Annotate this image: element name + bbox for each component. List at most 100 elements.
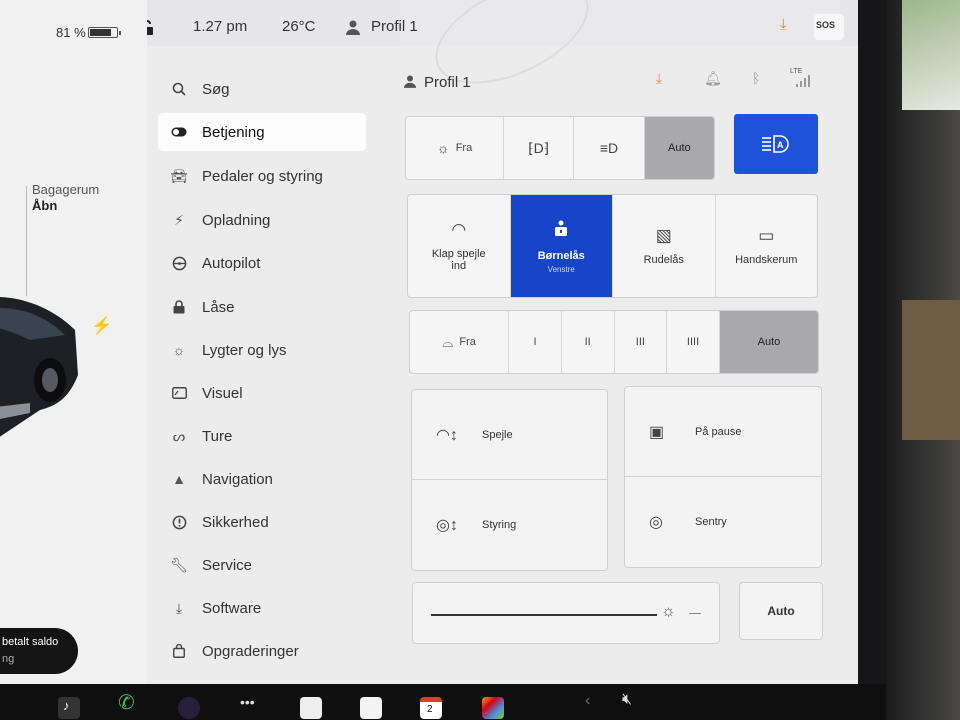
car-icon: 🚘︎ [170, 167, 188, 184]
menu-label: Software [202, 599, 262, 617]
child-lock-tile[interactable]: Børnelås Venstre [510, 195, 613, 297]
auto-high-beam-button[interactable]: A [734, 114, 818, 174]
brightness-auto-button[interactable]: Auto [739, 582, 823, 640]
low-beam-option[interactable]: ≡D [574, 117, 645, 179]
wiper-speed-1[interactable]: I [509, 311, 562, 373]
wiper-icon: ⌓ [442, 333, 454, 350]
car-model-image[interactable] [0, 285, 80, 455]
window-lock-icon: ▧ [655, 226, 672, 245]
battery-fill [90, 29, 111, 36]
menu-safety[interactable]: Sikkerhed [158, 503, 366, 541]
sentry-icon: ◎ [649, 514, 663, 531]
more-icon[interactable]: ••• [240, 694, 255, 710]
phone-icon[interactable]: ✆ [118, 690, 135, 715]
child-lock-label: Børnelås [537, 249, 585, 262]
download-icon[interactable]: ⤓ [656, 70, 662, 87]
wrench-icon: 🔧︎ [170, 556, 188, 573]
fold-mirrors-label: Klap spejle ind [431, 248, 486, 272]
wiper-off-label: Fra [459, 336, 476, 348]
bluetooth-icon[interactable]: ᛒ [752, 70, 760, 86]
trunk-pointer-line [26, 186, 27, 296]
wiper-off-option[interactable]: ⌓ Fra [410, 311, 510, 373]
quick-tiles: ◠ Klap spejle ind Børnelås Venstre ▧ Rud… [407, 194, 818, 298]
menu-lights[interactable]: ☼ Lygter og lys [158, 331, 366, 369]
lte-signal-icon [796, 74, 812, 90]
menu-label: Service [202, 556, 253, 574]
menu-betjening[interactable]: Betjening [158, 113, 366, 151]
download-icon[interactable]: ⤓ [780, 16, 787, 33]
brightness-dash [689, 613, 701, 614]
glovebox-tile[interactable]: ▭ Handskerum [716, 195, 818, 297]
menu-label: Lygter og lys [202, 341, 287, 359]
charging-bolt-icon: ⚡ [91, 316, 113, 335]
wiper-speed-4[interactable]: IIII [667, 311, 720, 373]
bell-icon[interactable]: 🔔︎ [704, 70, 722, 87]
calendar-icon[interactable]: 2 [420, 697, 442, 719]
app-dock: ♪ ✆ ••• 2 ‹ 🔇︎ [0, 684, 886, 720]
lights-auto-label: Auto [668, 142, 691, 154]
menu-charging[interactable]: ⚡︎ Opladning [158, 201, 366, 239]
wiper-speed-3[interactable]: III [615, 311, 668, 373]
menu-label: Visuel [202, 384, 243, 402]
display-icon [164, 387, 194, 399]
glovebox-label: Handskerum [735, 254, 798, 266]
chevron-left-icon[interactable]: ‹ [585, 692, 590, 710]
dashcam-button[interactable]: ▣ På pause [625, 387, 821, 477]
balance-notification[interactable]: betalt saldo ng [0, 628, 78, 674]
profile-name[interactable]: Profil 1 [371, 18, 418, 35]
menu-pedals[interactable]: 🚘︎ Pedaler og styring [158, 157, 366, 195]
wiper-auto-option[interactable]: Auto [719, 311, 818, 373]
menu-display[interactable]: Visuel [158, 374, 366, 412]
menu-locks[interactable]: Låse [158, 288, 366, 326]
menu-service[interactable]: 🔧︎ Service [158, 546, 366, 584]
camera-panel: ▣ På pause ◎ Sentry [624, 386, 822, 568]
menu-label: Autopilot [202, 254, 261, 272]
navigation-icon: ▲ [172, 471, 186, 487]
sentry-button[interactable]: ◎ Sentry [625, 477, 821, 567]
volume-muted-icon[interactable]: 🔇︎ [622, 691, 632, 709]
adjust-mirrors-label: Spejle [482, 428, 513, 441]
games-icon[interactable] [482, 697, 504, 719]
menu-upgrades[interactable]: Opgraderinger [158, 632, 366, 670]
menu-search[interactable]: Søg [158, 70, 366, 108]
trunk-open-button[interactable]: Åbn [32, 198, 57, 213]
controls-profile[interactable]: Profil 1 [404, 74, 471, 91]
window-lock-tile[interactable]: ▧ Rudelås [613, 195, 716, 297]
menu-navigation[interactable]: ▲ Navigation [158, 460, 366, 498]
vehicle-pane: 81 % Bagagerum Åbn ⚡ [0, 0, 147, 684]
camera-icon[interactable] [178, 697, 200, 719]
adjust-steering-button[interactable]: ◎↕ Styring [412, 480, 607, 570]
controls-panel: Profil 1 ⤓ 🔔︎ ᛒ LTE ☼ Fra ⁅D⁆ ≡D Auto A … [376, 46, 858, 684]
settings-menu: Søg Betjening 🚘︎ Pedaler og styring ⚡︎ O… [148, 46, 376, 684]
calendar-day: 2 [427, 704, 433, 715]
svg-text:A: A [777, 140, 784, 150]
dashcam-label: På pause [695, 425, 742, 438]
window-lock-label: Rudelås [643, 254, 684, 266]
notes-icon[interactable] [360, 697, 382, 719]
connectivity-icons: ⤓ 🔔︎ ᛒ LTE [656, 68, 836, 90]
dashboard-trim [902, 300, 960, 440]
brightness-track[interactable] [431, 614, 657, 616]
menu-software[interactable]: ⤓ Software [158, 589, 366, 627]
music-icon[interactable]: ♪ [58, 697, 80, 719]
menu-trips[interactable]: ᔕ Ture [158, 417, 366, 455]
brightness-sun-icon: ☼ [661, 603, 676, 620]
wiper-speed-2[interactable]: II [562, 311, 615, 373]
lights-auto-option[interactable]: Auto [644, 117, 714, 179]
lights-off-option[interactable]: ☼ Fra [406, 117, 505, 179]
adjust-mirrors-button[interactable]: ◠↕ Spejle [412, 390, 607, 480]
bag-icon [164, 644, 194, 658]
menu-autopilot[interactable]: Autopilot [158, 244, 366, 282]
trunk-label: Bagagerum [32, 182, 100, 197]
fold-mirrors-tile[interactable]: ◠ Klap spejle ind [408, 195, 511, 297]
parking-lights-option[interactable]: ⁅D⁆ [504, 117, 575, 179]
info-icon[interactable] [300, 697, 322, 719]
low-beam-icon: ≡D [599, 140, 619, 156]
car-window-view [902, 0, 960, 110]
battery-icon [88, 27, 121, 38]
person-icon [404, 75, 416, 88]
bolt-icon: ⚡︎ [174, 211, 184, 228]
sos-icon[interactable]: SOS [814, 14, 844, 40]
outside-temperature: 26°C [282, 18, 316, 35]
brightness-slider[interactable]: ☼ [412, 582, 720, 644]
